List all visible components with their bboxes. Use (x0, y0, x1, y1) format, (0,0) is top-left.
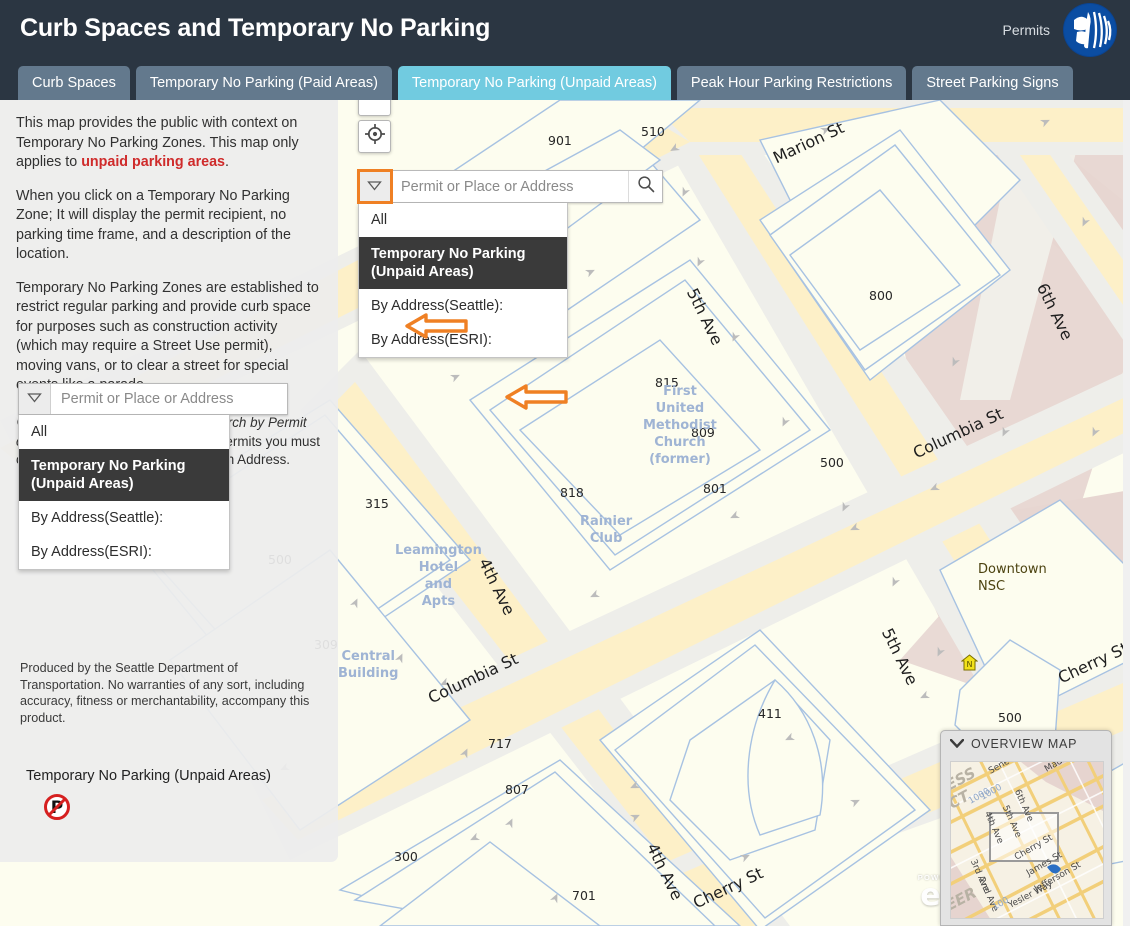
tab-peak-hour-parking-restrictions[interactable]: Peak Hour Parking Restrictions (676, 66, 907, 100)
map-address-number: 701 (572, 888, 596, 903)
sidebar-search-option-tnp-unpaid[interactable]: Temporary No Parking (Unpaid Areas) (19, 449, 229, 501)
sidebar-search-option-by-address-esri[interactable]: By Address(ESRI): (19, 535, 229, 569)
map-search-submit-button[interactable] (628, 171, 662, 202)
no-parking-icon: P (44, 794, 70, 820)
sidebar-search-widget[interactable]: All Temporary No Parking (Unpaid Areas) … (18, 383, 288, 570)
map-address-number: 801 (703, 481, 727, 496)
map-poi-label: Rainier Club (580, 514, 633, 546)
map-search-input[interactable] (391, 171, 628, 202)
overview-map-title: OVERVIEW MAP (971, 737, 1078, 751)
tab-temporary-no-parking-paid-areas[interactable]: Temporary No Parking (Paid Areas) (135, 66, 392, 100)
sidebar-search-source-toggle[interactable] (19, 384, 51, 414)
seattle-city-logo[interactable] (1064, 4, 1116, 56)
sidebar-unpaid-parking-areas-emphasis: unpaid parking areas (81, 154, 225, 170)
sidebar-producer-disclaimer: Produced by the Seattle Department of Tr… (20, 661, 310, 725)
map-poi-label: First United Methodist Church (former) (643, 384, 717, 467)
tab-street-parking-signs[interactable]: Street Parking Signs (912, 66, 1073, 100)
map-address-number: 411 (758, 706, 782, 721)
chevron-down-icon (367, 178, 382, 196)
tab-curb-spaces[interactable]: Curb Spaces (18, 66, 130, 100)
svg-text:N: N (967, 660, 973, 669)
annotation-arrow-to-all-option (404, 313, 468, 344)
chevron-down-icon (27, 390, 42, 408)
app-header: Curb Spaces and Temporary No Parking Per… (0, 0, 1130, 60)
overview-map-panel[interactable]: OVERVIEW MAP ESS ICT EER Seneca 6th Ave … (940, 730, 1112, 926)
overview-map-header[interactable]: OVERVIEW MAP (941, 731, 1111, 757)
map-search-bar[interactable] (357, 169, 663, 204)
sidebar-paragraph-3: Temporary No Parking Zones are establish… (16, 279, 319, 394)
map-address-number: 510 (641, 124, 665, 139)
map-address-number: 315 (365, 496, 389, 511)
sidebar-search-option-by-address-seattle[interactable]: By Address(Seattle): (19, 501, 229, 535)
sidebar-search-option-all[interactable]: All (19, 415, 229, 449)
sidebar-paragraph-1: This map provides the public with contex… (16, 114, 322, 173)
legend-title: Temporary No Parking (Unpaid Areas) (26, 768, 271, 784)
map-address-number: 500 (998, 710, 1022, 725)
map-poi-label: Downtown NSC (978, 562, 1047, 594)
map-address-number: 901 (548, 133, 572, 148)
tab-temporary-no-parking-unpaid-areas[interactable]: Temporary No Parking (Unpaid Areas) (397, 66, 671, 100)
header-right-group: Permits (1003, 0, 1116, 60)
map-search-option-tnp-unpaid[interactable]: Temporary No Parking (Unpaid Areas) (359, 237, 567, 289)
map-address-number: 717 (488, 736, 512, 751)
permits-link[interactable]: Permits (1003, 22, 1050, 38)
chevron-down-icon[interactable] (949, 737, 965, 751)
map-address-number: 807 (505, 782, 529, 797)
sidebar-search-source-menu[interactable]: All Temporary No Parking (Unpaid Areas) … (18, 415, 230, 570)
locate-icon (364, 123, 385, 149)
sidebar-paragraph-2: When you click on a Temporary No Parking… (16, 187, 291, 263)
map-address-number: 800 (869, 288, 893, 303)
map-address-number: 500 (820, 455, 844, 470)
downtown-nsc-marker-icon[interactable]: N (960, 654, 979, 676)
sidebar-search-input[interactable] (51, 384, 287, 414)
map-search-source-toggle[interactable] (357, 169, 393, 204)
search-icon (637, 175, 655, 198)
overview-map-canvas[interactable]: ESSICTEERSenecaMadison6th Ave5th Ave4th … (950, 761, 1104, 919)
map-right-edge (1123, 100, 1130, 926)
annotation-arrow-to-by-address-seattle (504, 384, 568, 415)
map-poi-label: Leamington Hotel and Apts (395, 543, 482, 609)
main-tab-bar[interactable]: Curb Spaces Temporary No Parking (Paid Ar… (0, 60, 1130, 100)
map-address-number: 818 (560, 485, 584, 500)
map-search-option-all[interactable]: All (359, 203, 567, 237)
sidebar-p1-text-b: . (225, 154, 229, 170)
map-poi-label: Central Building (338, 649, 399, 681)
map-address-number: 300 (394, 849, 418, 864)
locate-button[interactable] (358, 120, 391, 153)
sidebar-search-bar[interactable] (18, 383, 288, 415)
page-title: Curb Spaces and Temporary No Parking (20, 14, 491, 42)
